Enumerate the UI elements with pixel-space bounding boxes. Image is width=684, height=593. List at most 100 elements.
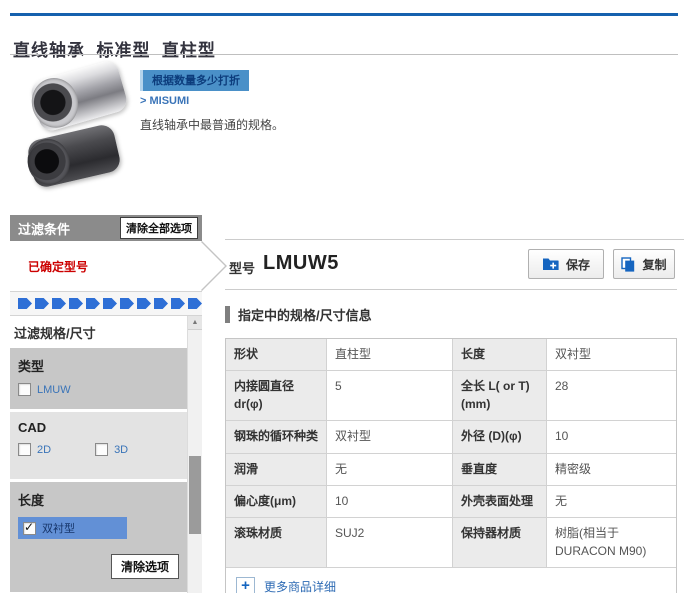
clear-options-button[interactable]: 清除选项 (111, 554, 179, 579)
option-label[interactable]: 2D (37, 444, 51, 456)
model-header-row: 型号 LMUW5 保存 复制 (225, 239, 684, 289)
filter-sidebar: 过滤条件 清除全部选项 已确定型号 过滤规格/尺寸 类型 (10, 215, 202, 593)
spec-value: 5 (326, 371, 452, 420)
spec-value: 28 (546, 371, 676, 420)
spec-label: 滚珠材质 (226, 518, 326, 567)
section-accent-bar (225, 306, 230, 323)
filter-option-length-selected[interactable]: 双衬型 (18, 517, 127, 539)
spec-section-title: 指定中的规格/尺寸信息 (238, 305, 372, 324)
model-label: 型号 (229, 258, 255, 277)
copy-button-label: 复制 (642, 256, 666, 273)
scrollbar-up-arrow-icon[interactable]: ▲ (188, 316, 202, 330)
spec-value: 双衬型 (326, 421, 452, 452)
product-image-dark-bearing (26, 123, 123, 190)
model-number: LMUW5 (263, 252, 339, 275)
filter-option-2d[interactable]: 2D (18, 443, 51, 456)
filter-option-lmuw[interactable]: LMUW (18, 383, 179, 396)
spec-section-header: 指定中的规格/尺寸信息 (225, 305, 684, 324)
flow-arrow-icon (154, 298, 168, 309)
spec-value: 无 (546, 486, 676, 517)
copy-button[interactable]: 复制 (613, 249, 675, 279)
save-button-label: 保存 (566, 256, 590, 273)
misumi-brand-link[interactable]: > MISUMI (140, 95, 189, 107)
chevron-right-icon (201, 241, 228, 291)
flow-arrow-icon (18, 298, 32, 309)
spec-label: 外壳表面处理 (452, 486, 546, 517)
length-section-header: 长度 (18, 490, 179, 509)
filter-specs-heading: 过滤规格/尺寸 (10, 316, 187, 348)
filter-sidebar-header: 过滤条件 清除全部选项 (10, 215, 202, 241)
spec-label: 钢珠的循环种类 (226, 421, 326, 452)
cad-options: 2D 3D (18, 443, 179, 466)
option-label[interactable]: 双衬型 (42, 520, 75, 536)
flow-arrow-icon (35, 298, 49, 309)
title-divider (10, 54, 678, 55)
flow-arrow-icon (69, 298, 83, 309)
clear-all-options-button[interactable]: 清除全部选项 (120, 217, 198, 239)
flow-arrow-icon (188, 298, 202, 309)
spec-label: 全长 L( or T) (mm) (452, 371, 546, 420)
spec-label: 外径 (D)(φ) (452, 421, 546, 452)
clear-options-row: 清除选项 (18, 554, 179, 579)
option-label[interactable]: LMUW (37, 384, 71, 396)
checkbox-unchecked-icon[interactable] (18, 383, 31, 396)
flow-arrow-icon (52, 298, 66, 309)
option-label[interactable]: 3D (114, 444, 128, 456)
copy-icon (621, 257, 635, 272)
type-section-header: 类型 (18, 356, 179, 375)
spec-label: 内接圆直径 dr(φ) (226, 371, 326, 420)
page: 直线轴承 标准型 直柱型 根据数量多少打折 > MISUMI 直线轴承中最普通的… (0, 0, 684, 593)
spec-label: 保持器材质 (452, 518, 546, 567)
flow-arrow-icon (120, 298, 134, 309)
spec-value: SUJ2 (326, 518, 452, 567)
checkbox-checked-icon[interactable] (23, 522, 36, 535)
flow-arrow-icon (103, 298, 117, 309)
filter-section-cad: CAD 2D 3D (10, 412, 187, 479)
more-product-details-link[interactable]: 更多商品详细 (264, 578, 336, 593)
table-row: 偏心度(μm) 10 外壳表面处理 无 (226, 485, 676, 517)
action-buttons: 保存 复制 (528, 249, 684, 279)
spec-label: 润滑 (226, 454, 326, 485)
spec-value: 树脂(相当于DURACON M90) (546, 518, 676, 567)
spec-value: 无 (326, 454, 452, 485)
filter-option-3d[interactable]: 3D (95, 443, 128, 456)
main-content: 型号 LMUW5 保存 复制 (225, 239, 684, 593)
quantity-discount-badge: 根据数量多少打折 (140, 70, 249, 91)
save-button[interactable]: 保存 (528, 249, 604, 279)
confirmed-model-label: 已确定型号 (28, 258, 88, 275)
flow-arrow-icon (137, 298, 151, 309)
filter-section-type: 类型 LMUW (10, 348, 187, 409)
spec-value: 直柱型 (326, 339, 452, 370)
top-accent-rule (10, 13, 678, 16)
filter-conditions-title: 过滤条件 (18, 219, 70, 238)
plus-icon[interactable]: + (236, 577, 255, 593)
cad-section-header: CAD (18, 420, 179, 435)
sidebar-scrollbar[interactable]: ▲ (187, 316, 202, 593)
spec-value: 10 (326, 486, 452, 517)
table-row: 内接圆直径 dr(φ) 5 全长 L( or T) (mm) 28 (226, 370, 676, 420)
confirmed-model-panel: 已确定型号 (10, 241, 202, 291)
spec-label: 长度 (452, 339, 546, 370)
main-divider (225, 289, 677, 290)
spec-label: 垂直度 (452, 454, 546, 485)
spec-value: 双衬型 (546, 339, 676, 370)
table-row: 钢珠的循环种类 双衬型 外径 (D)(φ) 10 (226, 420, 676, 452)
checkbox-unchecked-icon[interactable] (18, 443, 31, 456)
bearing-bore (26, 73, 84, 134)
page-title: 直线轴承 标准型 直柱型 (13, 36, 216, 61)
checkbox-unchecked-icon[interactable] (95, 443, 108, 456)
flow-arrow-icon (86, 298, 100, 309)
filter-scroll-area: 过滤规格/尺寸 类型 LMUW CAD 2D 3D (10, 316, 202, 593)
scrollbar-thumb[interactable] (189, 456, 201, 534)
spec-table: 形状 直柱型 长度 双衬型 内接圆直径 dr(φ) 5 全长 L( or T) … (225, 338, 677, 593)
bearing-bore (23, 135, 74, 189)
spec-label: 偏心度(μm) (226, 486, 326, 517)
folder-plus-icon (542, 257, 559, 271)
product-image-silver-bearing (29, 59, 130, 134)
spec-value: 精密级 (546, 454, 676, 485)
table-row: 形状 直柱型 长度 双衬型 (226, 339, 676, 370)
spec-label: 形状 (226, 339, 326, 370)
filter-section-length: 长度 双衬型 清除选项 (10, 482, 187, 592)
more-details-row: + 更多商品详细 (226, 567, 676, 593)
table-row: 润滑 无 垂直度 精密级 (226, 453, 676, 485)
